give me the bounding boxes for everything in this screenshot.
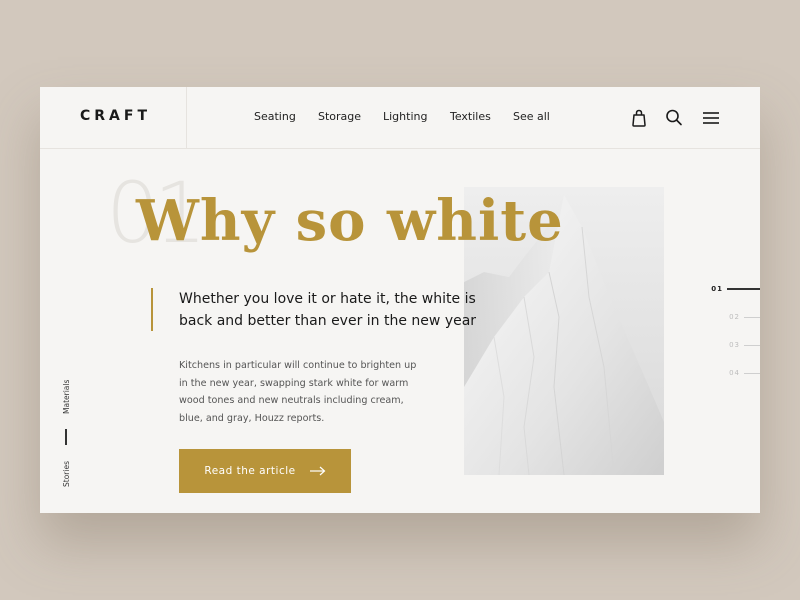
pager-item-02[interactable]: 02: [729, 312, 760, 322]
pager-label: 02: [729, 313, 740, 321]
hamburger-menu-icon: [703, 112, 719, 124]
side-nav-divider: [65, 429, 67, 445]
header: CRAFT Seating Storage Lighting Textiles …: [40, 87, 760, 149]
body-text: Kitchens in particular will continue to …: [179, 360, 417, 424]
pager-item-03[interactable]: 03: [729, 340, 760, 350]
logo[interactable]: CRAFT: [80, 108, 151, 124]
side-nav-stories[interactable]: Stories: [62, 461, 71, 487]
pager-label: 04: [729, 369, 740, 377]
read-article-button[interactable]: Read the article: [179, 449, 351, 493]
hero-card: CRAFT Seating Storage Lighting Textiles …: [40, 87, 760, 513]
menu-button[interactable]: [700, 107, 722, 129]
logo-cell: CRAFT: [40, 87, 187, 148]
nav-item-storage[interactable]: Storage: [318, 110, 361, 123]
quote-accent-bar: [151, 288, 153, 331]
search-icon: [666, 109, 682, 126]
headline: Why so white: [136, 188, 564, 254]
pager-label: 01: [711, 285, 723, 293]
pager-line: [744, 316, 760, 318]
nav-item-seating[interactable]: Seating: [254, 110, 296, 123]
pager-item-01[interactable]: 01: [711, 284, 760, 294]
nav-item-see-all[interactable]: See all: [513, 110, 550, 123]
pager-label: 03: [729, 341, 740, 349]
nav-item-textiles[interactable]: Textiles: [450, 110, 491, 123]
lead-quote: Whether you love it or hate it, the whit…: [179, 291, 477, 329]
shopping-bag-icon: [632, 109, 646, 127]
search-button[interactable]: [663, 107, 685, 129]
pager-line: [744, 344, 760, 346]
pager-item-04[interactable]: 04: [729, 368, 760, 378]
pager-active-line: [727, 288, 760, 290]
pager-line: [744, 372, 760, 374]
read-article-label: Read the article: [204, 465, 296, 477]
side-nav-materials[interactable]: Materials: [62, 380, 71, 414]
nav-item-lighting[interactable]: Lighting: [383, 110, 427, 123]
cart-button[interactable]: [628, 107, 650, 129]
arrow-right-icon: [309, 466, 326, 476]
